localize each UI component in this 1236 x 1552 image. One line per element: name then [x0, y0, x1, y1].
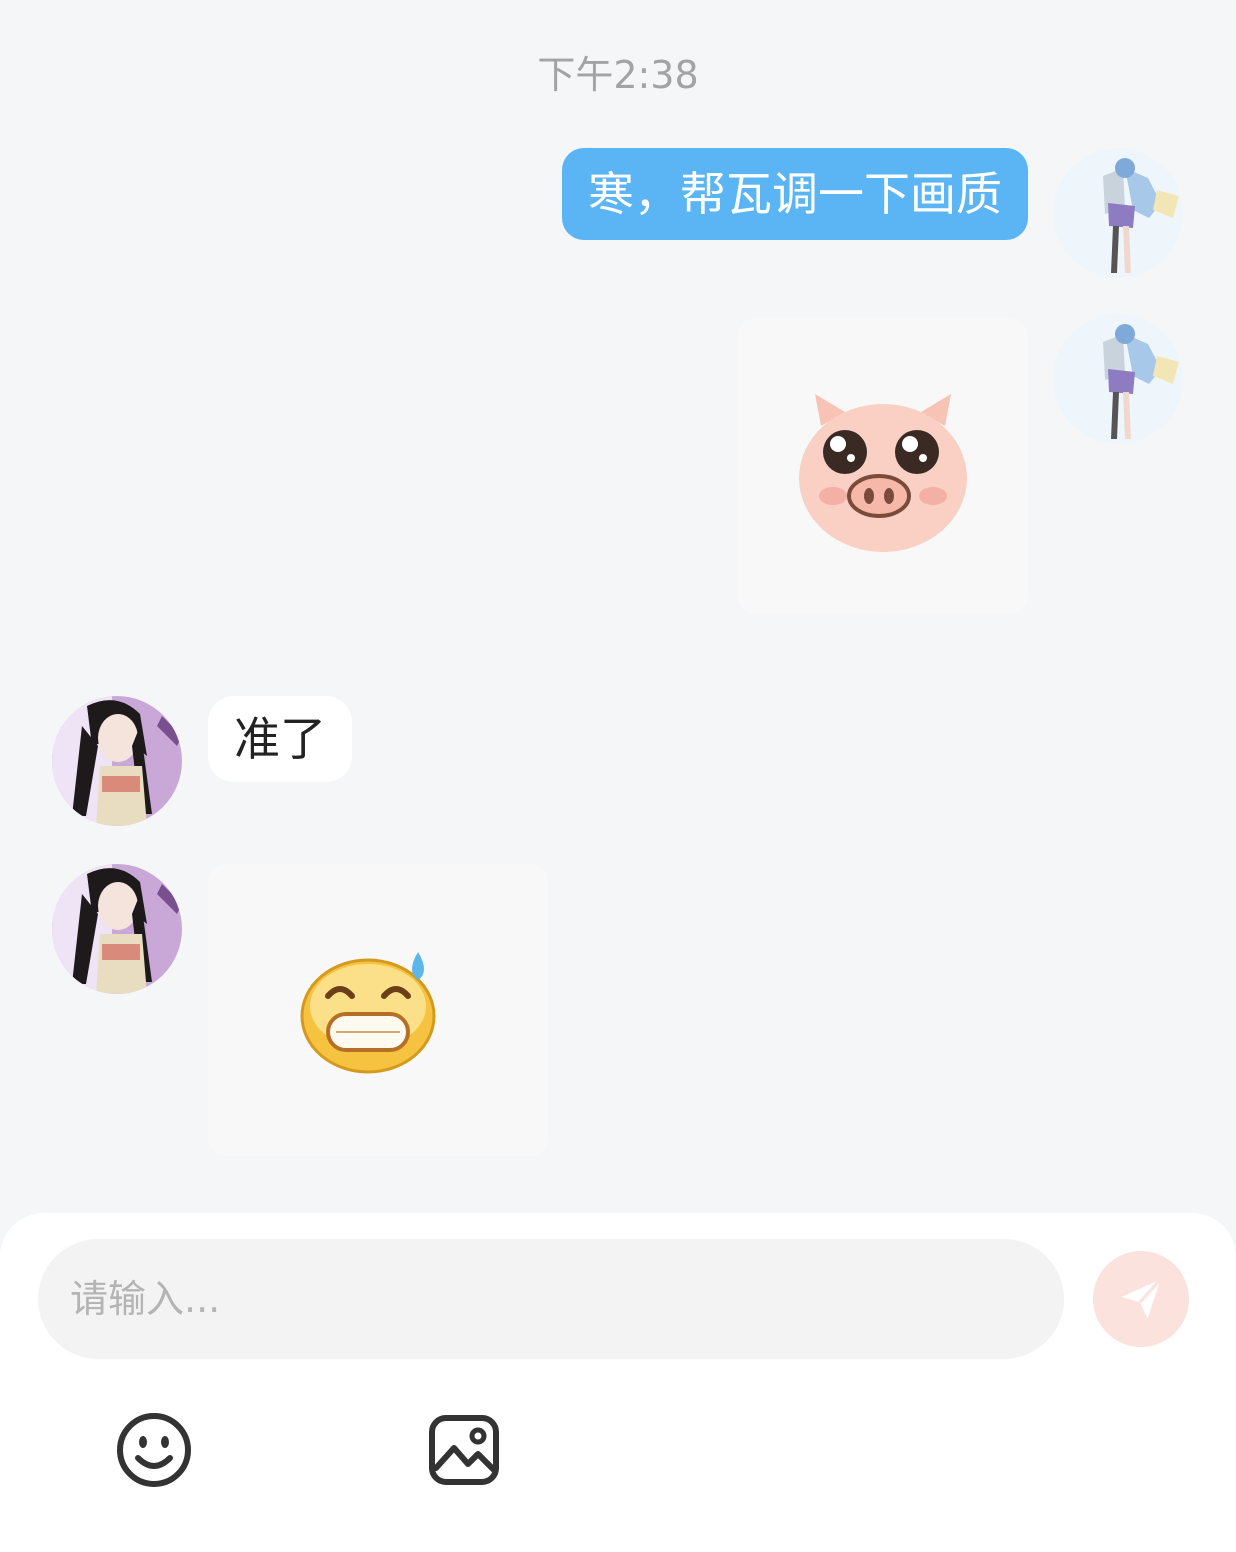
image-button[interactable] [424, 1410, 504, 1490]
sweat-grin-face-icon [300, 952, 436, 1074]
composer-panel [0, 1213, 1236, 1552]
send-button[interactable] [1093, 1251, 1189, 1347]
outgoing-message-bubble[interactable]: 寒，帮瓦调一下画质 [562, 148, 1028, 240]
avatar-self[interactable] [1053, 314, 1183, 444]
image-icon [429, 1415, 499, 1485]
incoming-message-bubble[interactable]: 准了 [208, 696, 352, 782]
emoji-button[interactable] [114, 1410, 194, 1490]
incoming-sticker-message[interactable] [208, 864, 548, 1156]
timestamp: 下午2:38 [537, 53, 699, 97]
avatar-self[interactable] [1053, 148, 1183, 278]
avatar-contact[interactable] [52, 864, 182, 994]
avatar-contact[interactable] [52, 696, 182, 826]
pig-face-icon [799, 394, 967, 552]
outgoing-sticker-message[interactable] [738, 318, 1028, 614]
emoji-icon [117, 1413, 191, 1487]
paper-plane-icon [1121, 1278, 1162, 1319]
message-input[interactable] [38, 1239, 1064, 1359]
